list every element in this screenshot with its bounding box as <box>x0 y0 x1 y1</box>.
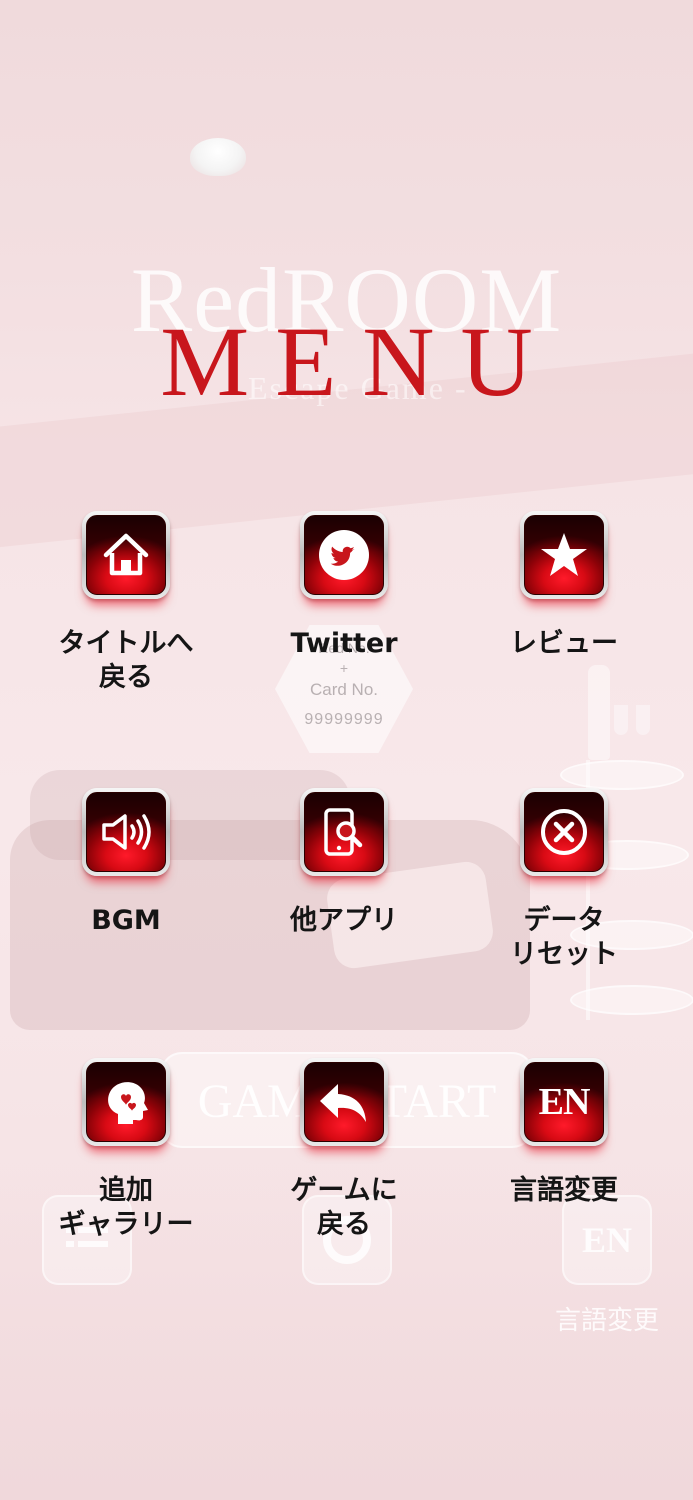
menu-item-label: BGM <box>91 905 161 936</box>
head-heart-icon <box>108 1082 148 1124</box>
speaker-icon <box>102 814 151 850</box>
menu-item-bgm[interactable]: BGM <box>31 788 221 938</box>
shelf-tier <box>560 760 684 790</box>
menu-item-language[interactable]: EN 言語変更 <box>469 1058 659 1208</box>
gallery-button[interactable] <box>82 1058 170 1146</box>
ceiling-light <box>190 138 246 176</box>
menu-item-title[interactable]: タイトルへ 戻る <box>31 511 221 695</box>
en-language-icon: EN <box>538 1081 591 1123</box>
language-button[interactable]: EN <box>520 1058 608 1146</box>
menu-item-twitter[interactable]: Twitter <box>249 511 439 661</box>
menu-item-gallery[interactable]: 追加 ギャラリー <box>31 1058 221 1242</box>
glass <box>614 705 628 735</box>
menu-item-label: Twitter <box>290 628 398 659</box>
data-reset-button[interactable] <box>520 788 608 876</box>
bottle <box>588 665 610 760</box>
back-to-game-button[interactable] <box>300 1058 388 1146</box>
menu-item-label: 言語変更 <box>510 1175 618 1206</box>
plaque-line: + <box>339 660 349 676</box>
phone-search-icon <box>324 808 363 856</box>
close-circle-icon <box>541 809 587 855</box>
glass <box>636 705 650 735</box>
other-apps-button[interactable] <box>300 788 388 876</box>
menu-item-data-reset[interactable]: データ リセット <box>469 788 659 972</box>
menu-item-other-apps[interactable]: 他アプリ <box>249 788 439 938</box>
star-icon <box>541 533 587 576</box>
twitter-bird-icon <box>319 530 369 580</box>
menu-item-label: タイトルへ 戻る <box>58 628 194 693</box>
menu-item-label: レビュー <box>510 628 618 659</box>
menu-item-review[interactable]: レビュー <box>469 511 659 661</box>
background-scene: Red No. + Card No. 99999999 RedROOM - Es… <box>0 0 693 1500</box>
menu-item-label: データ リセット <box>510 905 618 970</box>
menu-item-label: 他アプリ <box>290 905 398 936</box>
home-icon <box>103 533 149 576</box>
shelf-tier <box>570 985 693 1015</box>
menu-title: MENU <box>160 306 559 417</box>
title-button[interactable] <box>82 511 170 599</box>
plaque-line: 99999999 <box>304 711 384 728</box>
ghost-language-button: EN <box>562 1195 652 1285</box>
ghost-language-label: 言語変更 <box>554 1306 659 1336</box>
menu-item-label: 追加 ギャラリー <box>58 1175 194 1240</box>
back-arrow-icon <box>320 1084 366 1122</box>
twitter-button[interactable] <box>300 511 388 599</box>
ghost-language-text: EN <box>581 1220 632 1260</box>
bgm-button[interactable] <box>82 788 170 876</box>
review-button[interactable] <box>520 511 608 599</box>
menu-item-back-to-game[interactable]: ゲームに 戻る <box>249 1058 439 1242</box>
menu-item-label: ゲームに 戻る <box>290 1175 398 1240</box>
plaque-line: Card No. <box>309 680 379 699</box>
